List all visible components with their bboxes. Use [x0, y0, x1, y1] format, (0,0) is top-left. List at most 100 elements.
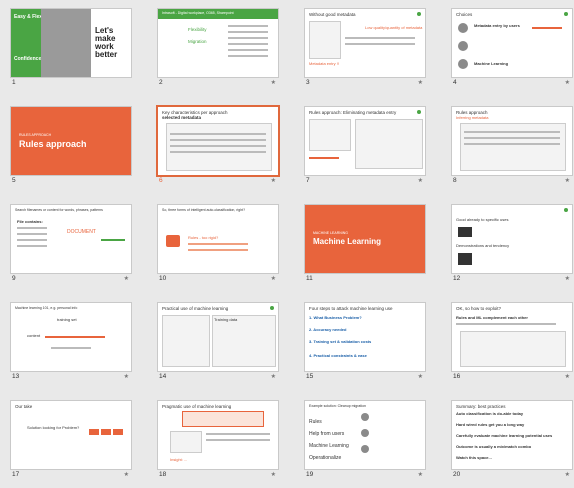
slide-thumbnail[interactable]: Search filenames or content for words, p… [10, 204, 132, 292]
slide-6[interactable]: Key characteristics per approach selecte… [156, 105, 280, 177]
slide-4[interactable]: Choices Metadata entry by users Machine … [451, 8, 573, 78]
slide-title: Our take [15, 404, 33, 409]
slide-10[interactable]: So, three forms of intelligent auto-clas… [157, 204, 279, 274]
slide-title: Without good metadata [309, 12, 356, 17]
animation-icon: ★ [270, 472, 276, 478]
slide-8[interactable]: Rules approach Inferring metadata [451, 106, 573, 176]
slide-thumbnail[interactable]: MACHINE LEARNING Machine Learning 11 [304, 204, 426, 292]
slide-text: Machine Learning [474, 61, 509, 66]
slide-title: Summary: best practices [456, 404, 506, 409]
slide-9[interactable]: Search filenames or content for words, p… [10, 204, 132, 274]
animation-icon: ★ [564, 472, 570, 478]
slide-thumbnail[interactable]: Summary: best practices Auto classificat… [451, 400, 573, 488]
slide-12[interactable]: Good already to specific uses Demonstrat… [451, 204, 573, 274]
slide-text: 1. What Business Problem? [309, 315, 362, 320]
animation-icon: ★ [564, 80, 570, 86]
slide-11[interactable]: MACHINE LEARNING Machine Learning [304, 204, 426, 274]
slide-number: 17 [12, 471, 20, 478]
slide-title: Rules approach: Eliminating metadata ent… [309, 110, 397, 115]
slide-text: Auto classification is do-able today [456, 411, 524, 416]
slide-20[interactable]: Summary: best practices Auto classificat… [451, 400, 573, 470]
slide-subtitle: selected metadata [162, 115, 202, 120]
slide-text: Operationalize [309, 455, 342, 461]
slide-16[interactable]: OK, so how to exploit? Rules and ML comp… [451, 302, 573, 372]
slide-19[interactable]: Example solution: Cleanup migration Rule… [304, 400, 426, 470]
slide-text: Hard wired rules get you a long way [456, 422, 525, 427]
slide-number: 14 [159, 373, 167, 380]
slide-thumbnail[interactable]: Four steps to attack machine learning us… [304, 302, 426, 390]
slide-text: Insight: ... [170, 457, 188, 462]
slide-text: Outcome is usually a mix/match combo [456, 444, 532, 449]
slide-number: 12 [453, 275, 461, 282]
slide-thumbnail[interactable]: Example solution: Cleanup migration Rule… [304, 400, 426, 488]
slide-text: File contains: [17, 219, 43, 224]
slide-heading: Let's make work better [95, 26, 118, 59]
slide-15[interactable]: Four steps to attack machine learning us… [304, 302, 426, 372]
logo-icon [564, 207, 569, 212]
slide-number: 18 [159, 471, 167, 478]
slide-thumbnail[interactable]: Rules approach Inferring metadata 8 ★ [451, 106, 573, 194]
slide-title: Search filenames or content for words, p… [15, 208, 103, 212]
slide-thumbnail[interactable]: Practical use of machine learning Traini… [157, 302, 279, 390]
slide-thumbnail[interactable]: Easy & Flexible Confidence & Control Let… [10, 8, 132, 96]
slide-text: Help from users [309, 431, 345, 437]
slide-number: 5 [12, 177, 16, 184]
slide-thumbnail[interactable]: RULES APPROACH Rules approach 5 [10, 106, 132, 194]
slide-thumbnail[interactable]: Our take Solution looking for Problem? 1… [10, 400, 132, 488]
slide-3[interactable]: Without good metadata Metadata entry !! … [304, 8, 426, 78]
slide-title: Intrasoft - Digital workplace, O365, Sha… [162, 11, 234, 15]
animation-icon: ★ [417, 472, 423, 478]
slide-number: 13 [12, 373, 20, 380]
slide-text: Rules [309, 419, 322, 425]
slide-text: Carefully evaluate machine learning pote… [456, 433, 553, 438]
slide-thumbnail[interactable]: Good already to specific uses Demonstrat… [451, 204, 573, 292]
slide-text: 2. Accuracy needed [309, 327, 347, 332]
slide-number: 1 [12, 79, 16, 86]
slide-title: Example solution: Cleanup migration [309, 404, 367, 408]
animation-icon: ★ [123, 472, 129, 478]
slide-text: Demonstrations and tendency [456, 243, 510, 248]
animation-icon: ★ [417, 80, 423, 86]
slide-number: 19 [306, 471, 314, 478]
slide-thumbnail[interactable]: OK, so how to exploit? Rules and ML comp… [451, 302, 573, 390]
slide-thumbnail[interactable]: Intrasoft - Digital workplace, O365, Sha… [157, 8, 279, 96]
slide-2[interactable]: Intrasoft - Digital workplace, O365, Sha… [157, 8, 279, 78]
slide-title: Four steps to attack machine learning us… [309, 306, 393, 311]
animation-icon: ★ [123, 276, 129, 282]
logo-icon [417, 109, 422, 114]
animation-icon: ★ [564, 374, 570, 380]
slide-number: 16 [453, 373, 461, 380]
slide-number: 7 [306, 177, 310, 184]
slide-17[interactable]: Our take Solution looking for Problem? [10, 400, 132, 470]
slide-13[interactable]: Machine learning 101, e.g. personal info… [10, 302, 132, 372]
slide-text: Rules - too rigid? [188, 235, 219, 240]
slide-1[interactable]: Easy & Flexible Confidence & Control Let… [10, 8, 132, 78]
slide-title: Choices [456, 12, 473, 17]
slide-number: 15 [306, 373, 314, 380]
slide-title: Machine learning 101, e.g. personal info [15, 306, 78, 310]
slide-text: Metadata entry by users [474, 23, 520, 28]
slide-5[interactable]: RULES APPROACH Rules approach [10, 106, 132, 176]
slide-18[interactable]: Pragmatic use of machine learning Insigh… [157, 400, 279, 470]
slide-text: 4. Practical constraints & ease [309, 353, 367, 358]
slide-thumbnail[interactable]: Without good metadata Metadata entry !! … [304, 8, 426, 96]
slide-number: 3 [306, 79, 310, 86]
slide-text: 3. Training set & validation costs [309, 339, 372, 344]
slide-number: 2 [159, 79, 163, 86]
slide-thumbnail[interactable]: Machine learning 101, e.g. personal info… [10, 302, 132, 390]
slide-thumbnail[interactable]: Key characteristics per approach selecte… [156, 105, 280, 194]
slide-thumbnail[interactable]: Pragmatic use of machine learning Insigh… [157, 400, 279, 488]
slide-14[interactable]: Practical use of machine learning Traini… [157, 302, 279, 372]
slide-text: Watch this space... [456, 455, 492, 460]
animation-icon: ★ [270, 80, 276, 86]
slide-7[interactable]: Rules approach: Eliminating metadata ent… [304, 106, 426, 176]
slide-number: 20 [453, 471, 461, 478]
logo-icon [270, 305, 275, 310]
slide-kicker: RULES APPROACH [19, 133, 52, 137]
slide-number: 4 [453, 79, 457, 86]
slide-thumbnail[interactable]: Choices Metadata entry by users Machine … [451, 8, 573, 96]
slide-text: Flexibility [188, 27, 207, 32]
slide-thumbnail[interactable]: So, three forms of intelligent auto-clas… [157, 204, 279, 292]
slide-text: Machine Learning [309, 443, 349, 449]
slide-thumbnail[interactable]: Rules approach: Eliminating metadata ent… [304, 106, 426, 194]
